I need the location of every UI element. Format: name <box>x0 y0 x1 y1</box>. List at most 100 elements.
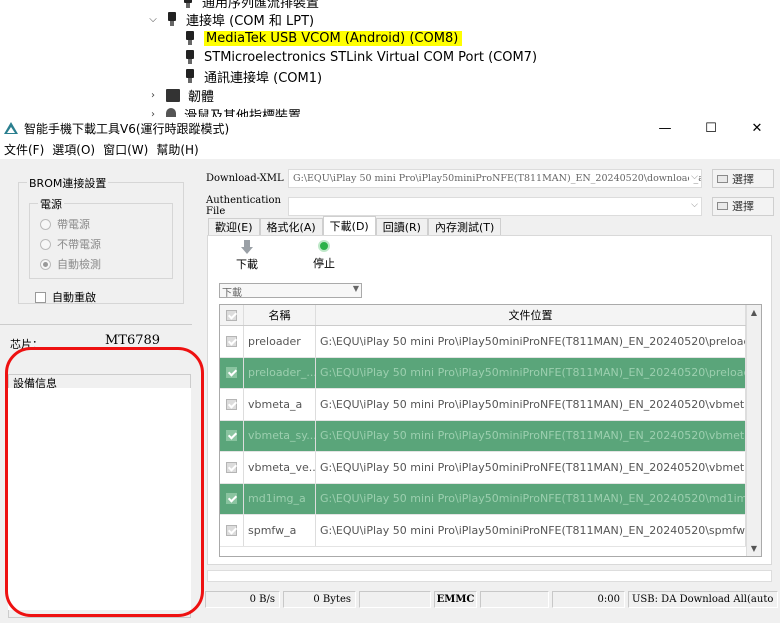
row-checkbox[interactable] <box>220 420 244 451</box>
firmware-icon <box>166 89 180 102</box>
chevron-down-icon[interactable]: ⌵ <box>689 172 698 182</box>
row-path[interactable]: G:\EQU\iPlay 50 mini Pro\iPlay50miniProN… <box>316 483 746 514</box>
download-xml-combo[interactable]: G:\EQU\iPlay 50 mini Pro\iPlay50miniProN… <box>288 169 702 188</box>
download-button[interactable]: 下載 <box>227 240 267 272</box>
tab-strip: 歡迎(E) 格式化(A) 下載(D) 回讀(R) 內存測試(T) <box>208 216 502 235</box>
tree-item-port[interactable]: 通訊連接埠 (COM1) <box>184 67 322 86</box>
row-path[interactable]: G:\EQU\iPlay 50 mini Pro\iPlay50miniProN… <box>316 452 746 483</box>
column-header-name[interactable]: 名稱 <box>244 305 316 325</box>
radio-icon <box>40 238 51 250</box>
download-arrow-icon <box>241 240 253 254</box>
row-path[interactable]: G:\EQU\iPlay 50 mini Pro\iPlay50miniProN… <box>316 389 746 420</box>
table-row[interactable]: vbmeta_sy... G:\EQU\iPlay 50 mini Pro\iP… <box>220 420 761 452</box>
check-icon <box>226 493 237 505</box>
table-row[interactable]: preloader_... G:\EQU\iPlay 50 mini Pro\i… <box>220 357 761 389</box>
status-time: 0:00 <box>552 591 625 608</box>
auth-file-combo[interactable]: ⌵ <box>288 196 702 216</box>
check-icon <box>226 335 237 347</box>
tab-welcome[interactable]: 歡迎(E) <box>208 218 260 235</box>
tree-item-label-highlighted: MediaTek USB VCOM (Android) (COM8) <box>204 31 463 46</box>
chip-label: 芯片： <box>10 338 43 351</box>
auth-file-row: Authentication File ⌵ 選擇 <box>206 195 774 217</box>
download-mode-select[interactable]: 下載 ▼ <box>219 283 362 299</box>
stop-button[interactable]: 停止 <box>304 240 344 271</box>
download-xml-path: G:\EQU\iPlay 50 mini Pro\iPlay50miniProN… <box>293 173 701 184</box>
scroll-down-icon[interactable]: ▼ <box>747 541 761 556</box>
title-bar[interactable]: 智能手機下載工具V6(運行時跟蹤模式) — ☐ ✕ <box>0 117 780 139</box>
table-row[interactable]: md1img_a G:\EQU\iPlay 50 mini Pro\iPlay5… <box>220 483 761 515</box>
auto-reboot-checkbox[interactable]: 自動重啟 <box>35 289 96 305</box>
tree-item-port[interactable]: STMicroelectronics STLink Virtual COM Po… <box>184 48 537 67</box>
tab-download[interactable]: 下載(D) <box>322 216 376 235</box>
row-checkbox[interactable] <box>220 452 244 483</box>
check-icon <box>226 309 237 321</box>
radio-auto-detect[interactable]: 自動檢測 <box>40 254 101 274</box>
select-all-checkbox[interactable] <box>220 305 244 325</box>
chevron-down-icon[interactable]: ⌵ <box>146 14 160 25</box>
row-checkbox[interactable] <box>220 389 244 420</box>
vertical-scrollbar[interactable]: ▲ ▼ <box>746 305 761 556</box>
table-row[interactable]: vbmeta_ve... G:\EQU\iPlay 50 mini Pro\iP… <box>220 452 761 484</box>
row-checkbox[interactable] <box>220 326 244 357</box>
radio-with-battery[interactable]: 帶電源 <box>40 214 101 234</box>
row-path[interactable]: G:\EQU\iPlay 50 mini Pro\iPlay50miniProN… <box>316 515 746 546</box>
radio-without-battery[interactable]: 不帶電源 <box>40 234 101 254</box>
usb-device-icon <box>182 0 194 9</box>
tree-item-ports-category[interactable]: ⌵ 連接埠 (COM 和 LPT) <box>146 10 314 29</box>
flash-tool-window: 智能手機下載工具V6(運行時跟蹤模式) — ☐ ✕ 文件(F) 選項(O) 窗口… <box>0 117 780 623</box>
row-path[interactable]: G:\EQU\iPlay 50 mini Pro\iPlay50miniProN… <box>316 420 746 451</box>
table-row[interactable]: preloader G:\EQU\iPlay 50 mini Pro\iPlay… <box>220 326 761 358</box>
power-group: 電源 帶電源 不帶電源 自動檢測 <box>29 196 173 279</box>
status-storage-type: EMMC <box>434 591 477 608</box>
status-empty-1 <box>359 591 431 608</box>
row-checkbox[interactable] <box>220 515 244 546</box>
status-speed: 0 B/s <box>205 591 280 608</box>
tree-item-label: STMicroelectronics STLink Virtual COM Po… <box>204 50 538 65</box>
row-name: vbmeta_a <box>244 389 316 420</box>
menu-bar: 文件(F) 選項(O) 窗口(W) 幫助(H) <box>0 139 780 159</box>
app-logo-icon <box>4 121 18 135</box>
row-path[interactable]: G:\EQU\iPlay 50 mini Pro\iPlay50miniProN… <box>316 326 746 357</box>
row-path[interactable]: G:\EQU\iPlay 50 mini Pro\iPlay50miniProN… <box>316 357 746 388</box>
radio-selected-icon <box>40 258 51 270</box>
tab-format[interactable]: 格式化(A) <box>259 218 323 235</box>
tree-item-port[interactable]: MediaTek USB VCOM (Android) (COM8) <box>184 29 463 48</box>
menu-help[interactable]: 幫助(H) <box>152 141 202 158</box>
window-title: 智能手機下載工具V6(運行時跟蹤模式) <box>24 121 230 136</box>
browse-auth-button[interactable]: 選擇 <box>712 196 774 216</box>
row-checkbox[interactable] <box>220 357 244 388</box>
browse-xml-button[interactable]: 選擇 <box>712 169 774 188</box>
port-icon <box>184 31 196 46</box>
port-category-icon <box>166 12 178 27</box>
browse-label: 選擇 <box>732 200 754 213</box>
table-row[interactable]: vbmeta_a G:\EQU\iPlay 50 mini Pro\iPlay5… <box>220 389 761 421</box>
stop-status-icon <box>318 240 330 252</box>
table-row[interactable]: spmfw_a G:\EQU\iPlay 50 mini Pro\iPlay50… <box>220 515 761 547</box>
scroll-up-icon[interactable]: ▲ <box>747 305 761 320</box>
close-button[interactable]: ✕ <box>734 121 780 136</box>
menu-window[interactable]: 窗口(W) <box>99 141 152 158</box>
download-tab-panel: 下載 停止 下載 ▼ 名稱 文件位置 preloader G:\EQU\iPla… <box>207 235 772 565</box>
menu-options[interactable]: 選項(O) <box>48 141 99 158</box>
minimize-button[interactable]: — <box>642 121 688 136</box>
chevron-right-icon[interactable]: › <box>146 90 160 101</box>
tab-readback[interactable]: 回讀(R) <box>375 218 428 235</box>
tree-item-label: 連接埠 (COM 和 LPT) <box>186 14 315 29</box>
tab-memory-test[interactable]: 內存測試(T) <box>427 218 502 235</box>
column-header-location[interactable]: 文件位置 <box>316 305 746 325</box>
chevron-down-icon[interactable]: ▼ <box>353 284 359 293</box>
check-icon <box>226 461 237 473</box>
folder-icon <box>717 174 728 183</box>
menu-file[interactable]: 文件(F) <box>0 141 48 158</box>
chevron-down-icon[interactable]: ⌵ <box>689 199 698 210</box>
tree-item-firmware[interactable]: › 韌體 <box>146 86 214 105</box>
checkbox-icon <box>35 291 46 303</box>
progress-bar <box>207 570 772 582</box>
partition-table: 名稱 文件位置 preloader G:\EQU\iPlay 50 mini P… <box>219 304 762 557</box>
maximize-button[interactable]: ☐ <box>688 121 734 136</box>
row-name: preloader_... <box>244 357 316 388</box>
row-checkbox[interactable] <box>220 483 244 514</box>
download-mode-value: 下載 <box>222 288 242 299</box>
tree-item-label: 通訊連接埠 (COM1) <box>204 71 323 86</box>
port-icon <box>184 50 196 65</box>
